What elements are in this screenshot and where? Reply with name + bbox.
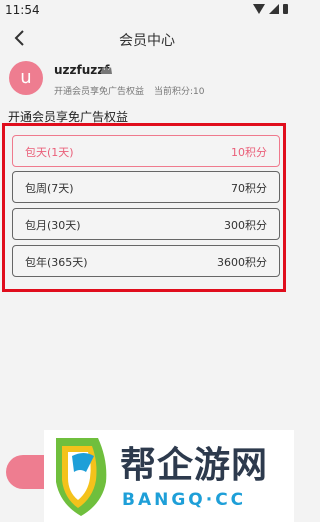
points-balance: 当前积分:10: [154, 87, 205, 97]
purchase-button[interactable]: [6, 455, 48, 489]
plan-name: 包月(30天): [25, 219, 81, 232]
watermark: 帮企游网 BANGQ·CC: [44, 430, 294, 522]
plan-price: 300积分: [224, 219, 267, 232]
signal-icon: [269, 4, 279, 14]
plan-price: 10积分: [231, 146, 267, 159]
plan-option-year[interactable]: 包年(365天) 3600积分: [12, 245, 280, 277]
status-bar: 11:54: [0, 0, 294, 20]
top-navigation: 会员中心: [0, 20, 294, 58]
plan-name: 包天(1天): [25, 146, 74, 159]
status-time: 11:54: [5, 3, 40, 17]
profile-meta: 开通会员享免广告权益 当前积分:10: [54, 84, 205, 97]
battery-icon: [283, 4, 288, 14]
membership-subtitle: 开通会员享免广告权益: [54, 87, 145, 97]
shield-logo-icon: [56, 438, 107, 516]
status-icons: [253, 4, 288, 14]
watermark-cn-text: 帮企游网: [120, 445, 269, 486]
plan-option-month[interactable]: 包月(30天) 300积分: [12, 208, 280, 240]
crown-icon: [101, 66, 112, 74]
avatar: u: [9, 61, 43, 95]
page-title: 会员中心: [119, 33, 175, 49]
wifi-icon: [253, 4, 265, 14]
user-profile: u uzzfuzzf 开通会员享免广告权益 当前积分:10: [0, 58, 294, 100]
plan-option-day[interactable]: 包天(1天) 10积分: [12, 135, 280, 167]
plan-price: 70积分: [231, 182, 267, 195]
plan-name: 包年(365天): [25, 256, 88, 269]
plan-name: 包周(7天): [25, 182, 74, 195]
plan-price: 3600积分: [217, 256, 267, 269]
watermark-en-text: BANGQ·CC: [122, 490, 247, 510]
plan-option-week[interactable]: 包周(7天) 70积分: [12, 171, 280, 203]
